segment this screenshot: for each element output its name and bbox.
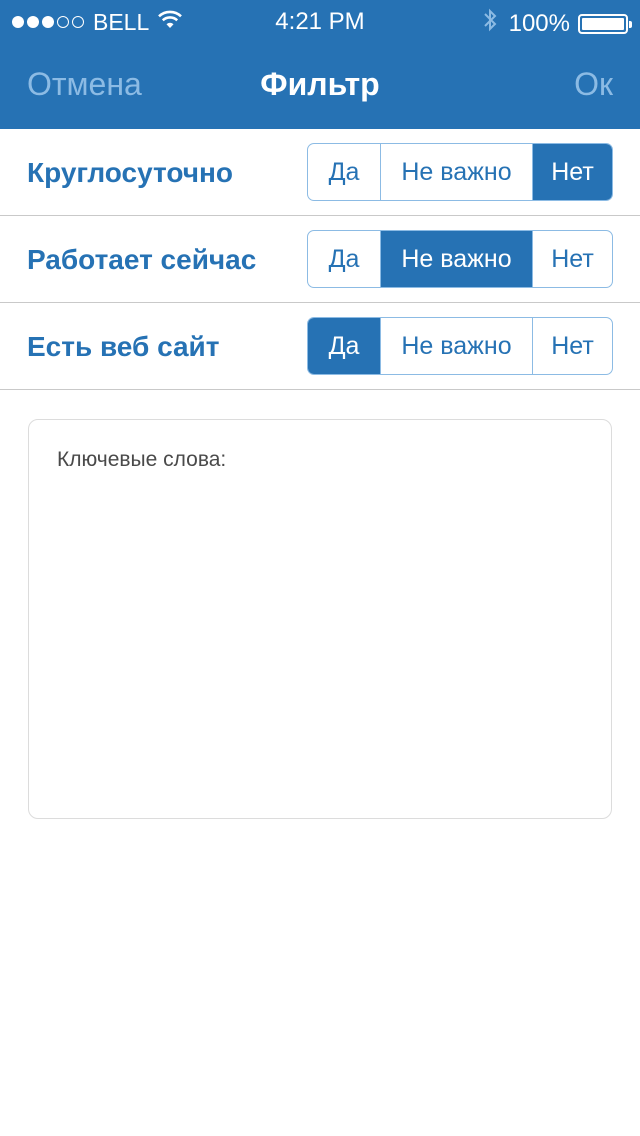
ok-button[interactable]: Ок	[574, 66, 613, 103]
keywords-textarea[interactable]: Ключевые слова:	[28, 419, 612, 819]
segment-doesnt-matter[interactable]: Не важно	[380, 144, 532, 200]
segment-doesnt-matter[interactable]: Не важно	[380, 318, 532, 374]
segment-no[interactable]: Нет	[532, 318, 612, 374]
status-right: 100%	[483, 8, 632, 39]
filter-label: Круглосуточно	[27, 157, 234, 188]
filter-label: Работает сейчас	[27, 244, 257, 275]
filter-row-24h: Круглосуточно Да Не важно Нет	[0, 129, 640, 216]
filter-label: Есть веб сайт	[27, 331, 220, 362]
segment-no[interactable]: Нет	[532, 231, 612, 287]
status-bar: BELL 4:21 PM 100%	[0, 0, 640, 40]
segment-yes[interactable]: Да	[308, 144, 380, 200]
battery-icon	[578, 13, 632, 34]
segment-yes[interactable]: Да	[308, 231, 380, 287]
bluetooth-icon	[483, 8, 497, 39]
segment-doesnt-matter[interactable]: Не важно	[380, 231, 532, 287]
filter-row-website: Есть веб сайт Да Не важно Нет	[0, 303, 640, 390]
filter-row-open-now: Работает сейчас Да Не важно Нет	[0, 216, 640, 303]
page-title: Фильтр	[260, 66, 380, 102]
segmented-control-24h: Да Не важно Нет	[307, 143, 613, 201]
keywords-label: Ключевые слова:	[57, 448, 227, 471]
battery-percent: 100%	[508, 9, 570, 37]
segment-yes[interactable]: Да	[308, 318, 380, 374]
segment-no[interactable]: Нет	[532, 144, 612, 200]
navigation-header: BELL 4:21 PM 100% Отмена Фильтр Ок	[0, 0, 640, 129]
segmented-control-website: Да Не важно Нет	[307, 317, 613, 375]
segmented-control-open-now: Да Не важно Нет	[307, 230, 613, 288]
